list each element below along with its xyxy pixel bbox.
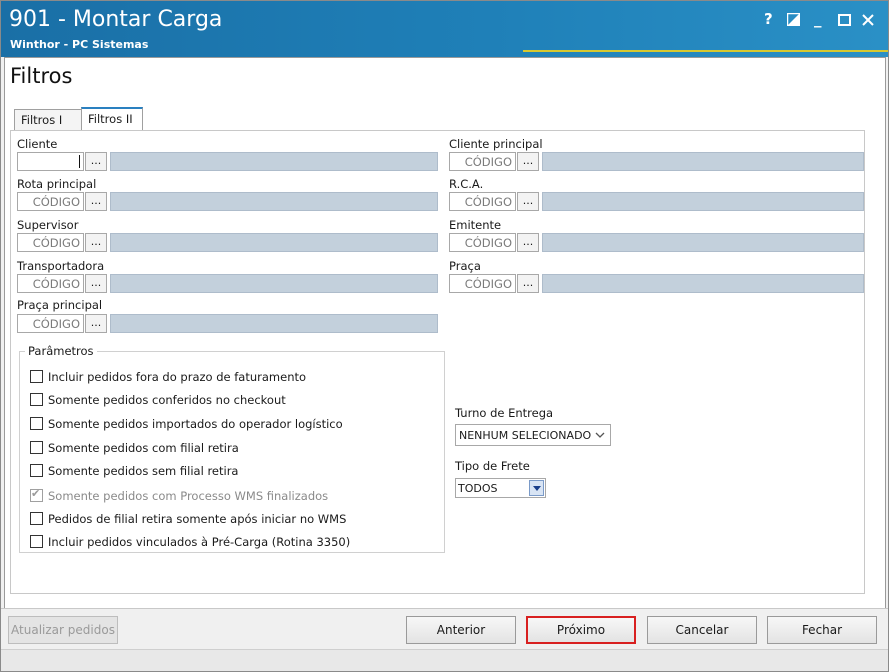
tab-filtros-ii[interactable]: Filtros II bbox=[81, 107, 143, 130]
anterior-button[interactable]: Anterior bbox=[406, 616, 516, 644]
maximize-icon bbox=[838, 14, 851, 26]
turno-entrega-select[interactable]: NENHUM SELECIONADO bbox=[455, 424, 611, 446]
text-cursor bbox=[79, 155, 80, 168]
checkbox[interactable] bbox=[30, 464, 43, 477]
option-label: Incluir pedidos fora do prazo de faturam… bbox=[48, 370, 307, 384]
option-importados-operador[interactable]: Somente pedidos importados do operador l… bbox=[30, 416, 343, 432]
supervisor-lookup-button[interactable]: ... bbox=[85, 233, 107, 252]
emitente-lookup-button[interactable]: ... bbox=[517, 233, 539, 252]
cliente-principal-description bbox=[542, 152, 864, 171]
supervisor-code-input[interactable]: CÓDIGO bbox=[17, 233, 84, 252]
checkbox[interactable] bbox=[30, 393, 43, 406]
option-label: Pedidos de filial retira somente após in… bbox=[48, 512, 347, 526]
maximize-button[interactable] bbox=[838, 12, 851, 30]
cliente-code-input[interactable] bbox=[17, 152, 84, 171]
checkbox[interactable] bbox=[30, 512, 43, 525]
praca-description bbox=[542, 274, 864, 293]
window-subtitle: Winthor - PC Sistemas bbox=[10, 38, 149, 51]
parametros-title: Parâmetros bbox=[25, 344, 97, 358]
atualizar-pedidos-button[interactable]: Atualizar pedidos bbox=[8, 616, 118, 644]
supervisor-label: Supervisor bbox=[17, 218, 79, 232]
praca-principal-lookup-button[interactable]: ... bbox=[85, 314, 107, 333]
restore-down-button[interactable] bbox=[786, 12, 801, 30]
close-icon bbox=[862, 14, 874, 26]
help-button[interactable]: ? bbox=[764, 10, 773, 28]
tipo-frete-label: Tipo de Frete bbox=[455, 459, 530, 473]
rota-principal-code-input[interactable]: CÓDIGO bbox=[17, 192, 84, 211]
cliente-principal-lookup-button[interactable]: ... bbox=[517, 152, 539, 171]
rca-code-input[interactable]: CÓDIGO bbox=[449, 192, 516, 211]
rota-principal-lookup-button[interactable]: ... bbox=[85, 192, 107, 211]
option-sem-filial-retira[interactable]: Somente pedidos sem filial retira bbox=[30, 463, 238, 479]
rota-principal-label: Rota principal bbox=[17, 177, 97, 191]
checkbox-checked-disabled: ✔ bbox=[30, 487, 43, 502]
button-bar: Atualizar pedidos Anterior Próximo Cance… bbox=[1, 608, 888, 649]
option-label: Somente pedidos com Processo WMS finaliz… bbox=[48, 489, 329, 503]
dropdown-button[interactable] bbox=[529, 480, 544, 496]
option-vinculados-pre-carga[interactable]: Incluir pedidos vinculados à Pré-Carga (… bbox=[30, 534, 350, 550]
option-fora-prazo-faturamento[interactable]: Incluir pedidos fora do prazo de faturam… bbox=[30, 369, 306, 385]
emitente-description bbox=[542, 233, 864, 252]
window-title: 901 - Montar Carga bbox=[9, 7, 223, 32]
dropdown-arrow-icon bbox=[533, 486, 541, 491]
option-label: Somente pedidos sem filial retira bbox=[48, 464, 239, 478]
close-button[interactable] bbox=[862, 12, 874, 30]
praca-principal-description bbox=[110, 314, 438, 333]
option-processo-wms-finalizados: ✔ Somente pedidos com Processo WMS finali… bbox=[30, 487, 329, 504]
transportadora-code-input[interactable]: CÓDIGO bbox=[17, 274, 84, 293]
rca-lookup-button[interactable]: ... bbox=[517, 192, 539, 211]
option-filial-retira-apos-wms[interactable]: Pedidos de filial retira somente após in… bbox=[30, 511, 346, 527]
title-accent-line bbox=[523, 50, 888, 52]
cliente-description bbox=[110, 152, 438, 171]
restore-icon bbox=[786, 12, 801, 27]
title-bar: 901 - Montar Carga Winthor - PC Sistemas… bbox=[1, 1, 888, 57]
tab-filtros-i[interactable]: Filtros I bbox=[14, 109, 83, 130]
tipo-frete-value: TODOS bbox=[458, 482, 498, 495]
transportadora-description bbox=[110, 274, 438, 293]
turno-entrega-label: Turno de Entrega bbox=[455, 406, 554, 420]
transportadora-lookup-button[interactable]: ... bbox=[85, 274, 107, 293]
option-label: Somente pedidos conferidos no checkout bbox=[48, 393, 286, 407]
cliente-label: Cliente bbox=[17, 137, 58, 151]
option-com-filial-retira[interactable]: Somente pedidos com filial retira bbox=[30, 440, 239, 456]
status-bar bbox=[1, 649, 888, 671]
praca-lookup-button[interactable]: ... bbox=[517, 274, 539, 293]
checkbox[interactable] bbox=[30, 441, 43, 454]
cliente-lookup-button[interactable]: ... bbox=[85, 152, 107, 171]
emitente-code-input[interactable]: CÓDIGO bbox=[449, 233, 516, 252]
cliente-principal-label: Cliente principal bbox=[449, 137, 543, 151]
praca-label: Praça bbox=[449, 259, 481, 273]
checkbox[interactable] bbox=[30, 535, 43, 548]
supervisor-description bbox=[110, 233, 438, 252]
option-label: Somente pedidos importados do operador l… bbox=[48, 417, 343, 431]
rca-description bbox=[542, 192, 864, 211]
option-conferidos-checkout[interactable]: Somente pedidos conferidos no checkout bbox=[30, 392, 286, 408]
proximo-button[interactable]: Próximo bbox=[526, 616, 636, 644]
checkbox[interactable] bbox=[30, 370, 43, 383]
rca-label: R.C.A. bbox=[449, 177, 484, 191]
option-label: Somente pedidos com filial retira bbox=[48, 441, 239, 455]
minimize-button[interactable]: _ bbox=[814, 10, 822, 28]
praca-principal-label: Praça principal bbox=[17, 298, 103, 312]
check-icon: ✔ bbox=[31, 487, 41, 500]
rota-principal-description bbox=[110, 192, 438, 211]
app-window: 901 - Montar Carga Winthor - PC Sistemas… bbox=[0, 0, 889, 672]
chevron-down-icon bbox=[595, 432, 605, 438]
parametros-group: Parâmetros Incluir pedidos fora do prazo… bbox=[19, 344, 445, 553]
emitente-label: Emitente bbox=[449, 218, 502, 232]
cliente-principal-code-input[interactable]: CÓDIGO bbox=[449, 152, 516, 171]
praca-principal-code-input[interactable]: CÓDIGO bbox=[17, 314, 84, 333]
form-area: Filtros Filtros I Filtros II Cliente ...… bbox=[4, 57, 886, 609]
turno-entrega-value: NENHUM SELECIONADO bbox=[459, 429, 592, 442]
praca-code-input[interactable]: CÓDIGO bbox=[449, 274, 516, 293]
transportadora-label: Transportadora bbox=[17, 259, 105, 273]
page-title: Filtros bbox=[10, 64, 73, 88]
cancelar-button[interactable]: Cancelar bbox=[647, 616, 757, 644]
checkbox[interactable] bbox=[30, 417, 43, 430]
fechar-button[interactable]: Fechar bbox=[767, 616, 877, 644]
filtros-ii-panel: Cliente ... Rota principal CÓDIGO ... Su… bbox=[10, 130, 865, 594]
option-label: Incluir pedidos vinculados à Pré-Carga (… bbox=[48, 535, 351, 549]
tipo-frete-select[interactable]: TODOS bbox=[455, 478, 546, 498]
